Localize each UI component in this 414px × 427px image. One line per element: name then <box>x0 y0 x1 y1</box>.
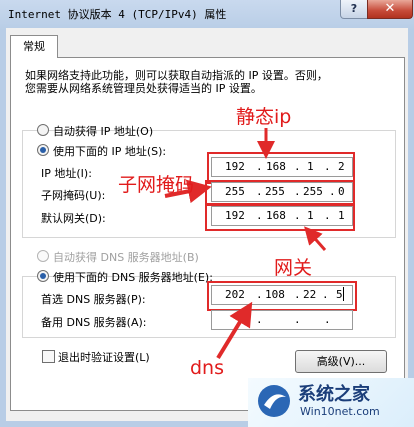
watermark-logo-icon <box>258 385 290 417</box>
arrow-gateway <box>304 226 327 251</box>
annotation-subnet-mask: 子网掩码 <box>118 174 195 196</box>
annotation-gateway: 网关 <box>274 257 313 279</box>
watermark-brand: 系统之家 <box>298 384 370 405</box>
annotation-static-ip: 静态ip <box>236 106 292 128</box>
annotation-dns: dns <box>190 357 225 379</box>
watermark-site: Win10net.com <box>300 405 380 418</box>
arrow-dns <box>216 301 253 360</box>
